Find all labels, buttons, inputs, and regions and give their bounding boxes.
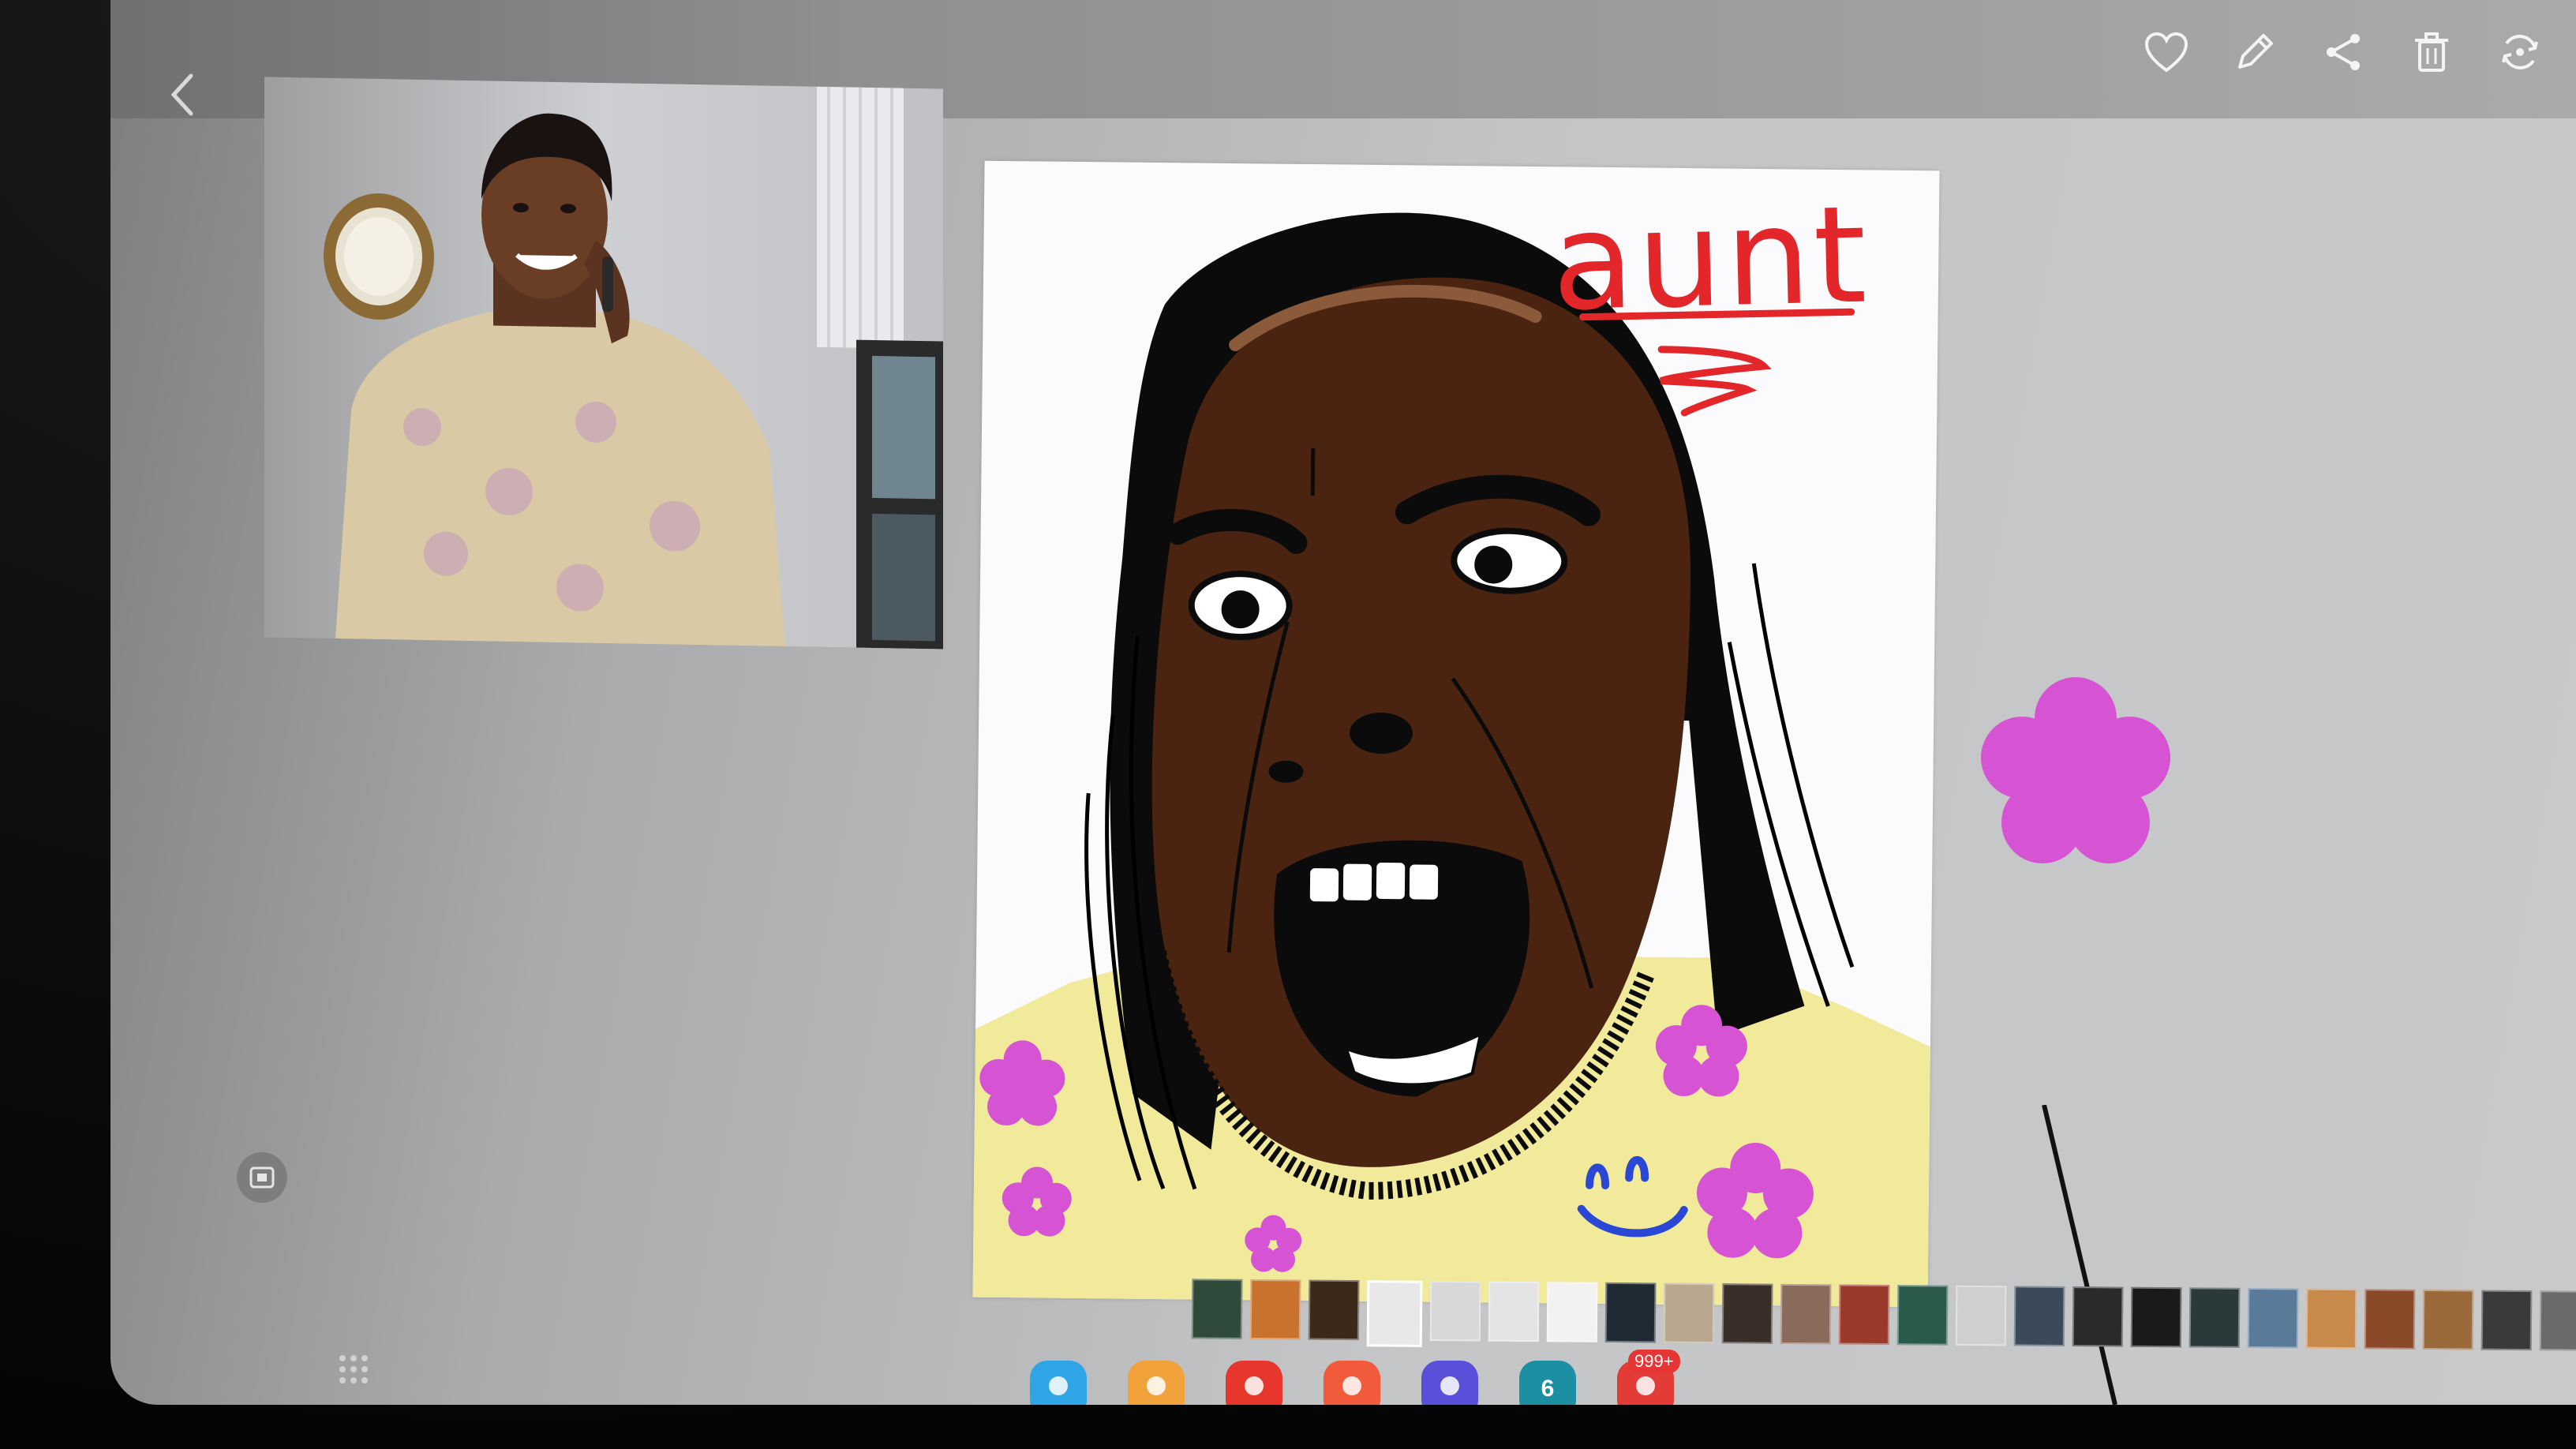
gallery-thumbnail[interactable]	[1429, 1280, 1481, 1342]
gallery-thumbnail[interactable]	[1546, 1282, 1598, 1342]
folder-icon	[1142, 1372, 1170, 1405]
gallery-thumbnail[interactable]	[1191, 1279, 1243, 1339]
contacts-icon	[1338, 1372, 1366, 1405]
gallery-thumbnail[interactable]	[1366, 1280, 1423, 1347]
gallery-thumbnail[interactable]	[1308, 1279, 1360, 1341]
pencil-icon	[2238, 34, 2273, 69]
favorite-button[interactable]	[2142, 28, 2191, 77]
gallery-thumbnail[interactable]	[1838, 1284, 1890, 1346]
apps-grid-icon[interactable]	[338, 1354, 369, 1385]
gallery-thumbnail[interactable]	[2130, 1286, 2182, 1348]
gallery-thumbnail[interactable]	[2481, 1290, 2533, 1351]
capture-button[interactable]	[237, 1152, 287, 1203]
sync-button[interactable]	[2496, 28, 2544, 77]
delete-button[interactable]	[2407, 28, 2456, 77]
gallery-thumbnail[interactable]	[1721, 1283, 1773, 1344]
skype-app-button[interactable]	[1030, 1361, 1087, 1405]
notification-badge: 999+	[1628, 1350, 1680, 1373]
chevron-left-icon	[170, 73, 193, 116]
gallery-thumbnail[interactable]	[1955, 1285, 2007, 1346]
drawing-canvas[interactable]: aunt	[972, 160, 1940, 1308]
flipboard-app-button[interactable]	[1226, 1361, 1282, 1405]
rotate-icon	[2502, 35, 2538, 69]
calendar-icon: 6	[1541, 1376, 1555, 1402]
gallery-thumbnail[interactable]	[2305, 1288, 2357, 1350]
gallery-thumbnail[interactable]	[1780, 1283, 1832, 1345]
screenshot-icon	[249, 1166, 275, 1189]
trash-icon	[2415, 32, 2448, 72]
youtube-app-button[interactable]: 999+	[1617, 1350, 1680, 1405]
heart-icon	[2144, 32, 2188, 73]
share-button[interactable]	[2319, 28, 2368, 77]
gallery-thumbnail[interactable]	[2247, 1287, 2299, 1349]
thumbnail-strip	[1191, 1279, 2576, 1361]
flipboard-icon	[1240, 1372, 1268, 1405]
app-dock: 6 999+	[1030, 1350, 1680, 1405]
edit-button[interactable]	[2230, 28, 2279, 77]
handwritten-caption: aunt	[1549, 177, 1872, 342]
reference-photo	[264, 77, 943, 650]
pen-stroke	[2042, 1105, 2117, 1405]
internet-app-button[interactable]	[1421, 1361, 1478, 1405]
skype-icon	[1044, 1372, 1073, 1405]
gallery-thumbnail[interactable]	[1604, 1282, 1657, 1343]
reference-photo-image	[264, 77, 943, 650]
share-icon	[2327, 34, 2360, 70]
gallery-thumbnail[interactable]	[1663, 1282, 1715, 1344]
my-files-app-button[interactable]	[1128, 1361, 1185, 1405]
youtube-icon	[1631, 1372, 1660, 1405]
gallery-viewer-screen: aunt 6 999+	[110, 0, 2576, 1405]
gallery-thumbnail[interactable]	[2013, 1286, 2065, 1346]
gallery-thumbnail[interactable]	[2364, 1289, 2416, 1350]
gallery-thumbnail[interactable]	[2072, 1286, 2124, 1347]
viewer-actions	[2142, 28, 2544, 77]
gallery-thumbnail[interactable]	[2539, 1290, 2576, 1351]
flower-sticker[interactable]	[1957, 663, 2194, 884]
calendar-app-button[interactable]: 6	[1519, 1361, 1576, 1405]
gallery-thumbnail[interactable]	[1488, 1281, 1540, 1342]
internet-icon	[1436, 1372, 1464, 1405]
gallery-thumbnail[interactable]	[2188, 1287, 2241, 1348]
gallery-thumbnail[interactable]	[2422, 1289, 2474, 1350]
contacts-app-button[interactable]	[1324, 1361, 1380, 1405]
tablet-photo-scene: aunt 6 999+	[0, 0, 2576, 1449]
back-button[interactable]	[158, 67, 205, 122]
gallery-thumbnail[interactable]	[1249, 1279, 1301, 1340]
gallery-thumbnail[interactable]	[1896, 1285, 1949, 1346]
